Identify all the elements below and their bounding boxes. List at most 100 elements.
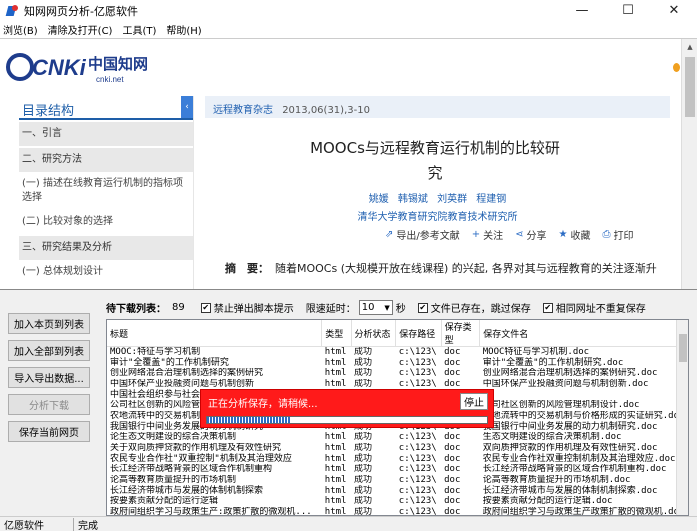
table-scrollbar[interactable] [676,320,688,515]
favorite-button[interactable]: ★ 收藏 [559,227,591,242]
cnki-header: CNKi 中国知网 cnki.net [0,39,680,91]
checkbox-checked-icon[interactable]: ✔ [200,302,211,313]
journal-name[interactable]: 远程教育杂志 [213,105,273,116]
table-cell: html [324,378,347,389]
column-header[interactable]: 类型 [321,320,352,347]
table-cell: c:\123\ [398,507,437,516]
column-header[interactable]: 保存路径 [395,320,442,347]
table-cell: c:\123\ [398,378,437,389]
affiliation-link[interactable]: 清华大学教育研究院教育技术研究所 [205,208,670,223]
toc-item[interactable]: 二、研究方法 [19,148,193,172]
table-cell: 审计"全覆盖"的工作机制研究.doc [482,357,624,368]
author-link[interactable]: 刘英群 [437,194,467,205]
table-cell: 成功 [354,378,373,389]
browser-scrollbar[interactable]: ▲ [681,39,697,289]
print-button[interactable]: ⎙ 打印 [603,227,634,242]
table-cell: 成功 [354,475,373,486]
table-cell: doc [444,464,461,475]
table-row[interactable]: 审计"全覆盖"的工作机制研究 html 成功 c:\123\ doc 审计"全覆盖"的工作… [107,357,688,368]
checkbox-checked-icon[interactable]: ✔ [542,302,553,313]
menu-tools[interactable]: 工具(T) [122,22,156,37]
column-header[interactable]: 分析状态 [351,320,397,347]
author-link[interactable]: 姚媛 [369,194,389,205]
table-cell: 我国银行中间业务发展的动力机制研究.doc [482,421,658,432]
author-link[interactable]: 程建钢 [476,194,506,205]
table-row[interactable]: MOOC:特征与学习机制 html 成功 c:\123\ doc MOOC特征与学习机制.… [107,347,688,358]
menu-help[interactable]: 帮助(H) [166,22,201,37]
collapse-icon[interactable]: ‹ [181,96,193,118]
table-row[interactable]: 论生态文明建设的综合决策机制 html 成功 c:\123\ doc 生态文明建设的综合决… [107,432,688,443]
title-bar: 知网网页分析-亿愿软件 — ☐ ✕ [0,0,697,21]
toc-item[interactable]: (一) 总体规划设计 [19,260,193,284]
author-link[interactable]: 韩锡斌 [398,194,428,205]
table-cell: 中国环保产业投融资问题与机制创新 [110,378,255,389]
table-cell: 按要素贡献分配的运行逻辑.doc [482,496,613,507]
table-row[interactable]: 政府间组织学习与政策生产:政策扩散的微观机... html 成功 c:\123\ doc… [107,507,688,516]
analyze-download-button[interactable]: 分析下载 [8,394,90,415]
web-browser-view[interactable]: CNKi 中国知网 cnki.net 目录结构 ‹ 一、引言 二、研究方法 (一… [0,38,697,290]
table-cell [480,389,688,400]
abstract-text: 随着MOOCs (大规模开放在线课程) 的兴起, 各界对其与远程教育的关注逐渐升 [275,262,657,275]
block-scripts-option[interactable]: ✔ 禁止弹出脚本提示 [200,300,294,315]
action-buttons: 加入本页到列表 加入全部到列表 导入导出数据... 分析下载 保存当前网页 [8,313,108,448]
table-row[interactable]: 按要素贡献分配的运行逻辑 html 成功 c:\123\ doc 按要素贡献分配的运行逻辑… [107,496,688,507]
table-row[interactable]: 长江经济带战略背景的区域合作机制重构 html 成功 c:\123\ doc 长江经济带战… [107,464,688,475]
skip-exists-option[interactable]: ✔ 文件已存在，跳过保存 [417,300,531,315]
stop-button[interactable]: 停止 [460,393,488,410]
logo-url: cnki.net [96,75,124,84]
table-row[interactable]: 中国环保产业投融资问题与机制创新 html 成功 c:\123\ doc 中国环保产业投融… [107,379,688,390]
window-title: 知网网页分析-亿愿软件 [24,4,138,18]
table-row[interactable]: 创业网络混合治理机制选择的案例研究 html 成功 c:\123\ doc 创业网络混合治… [107,368,688,379]
export-button[interactable]: ⇗ 导出/参考文献 [385,227,460,242]
table-cell: 论生态文明建设的综合决策机制 [110,432,237,443]
table-cell: c:\123\ [398,357,437,368]
add-all-button[interactable]: 加入全部到列表 [8,340,90,361]
toc-item[interactable]: (二) 比较对象的选择 [19,210,193,234]
share-button[interactable]: ⋖ 分享 [515,227,546,242]
app-logo-icon [6,4,20,18]
no-duplicate-option[interactable]: ✔ 相同网址不重复保存 [542,300,646,315]
scroll-thumb[interactable] [685,57,695,117]
table-cell: 成功 [354,507,373,516]
table-row[interactable]: 关于双向质押贷款的作用机理及有效性研究 html 成功 c:\123\ doc 双向质押贷… [107,443,688,454]
table-cell: 创业网络混合治理机制选择的案例研究 [110,368,264,379]
logo-text: CNKi [32,55,87,80]
delay-select[interactable]: 10 ▼ [358,300,393,315]
table-row[interactable]: 农民专业合作社"双重控制"机制及其治理效应 html 成功 c:\123\ doc 农民专… [107,453,688,464]
checkbox-checked-icon[interactable]: ✔ [417,302,428,313]
toc-item[interactable]: (一) 描述在线教育运行机制的指标项选择 [19,172,193,210]
abstract-label: 摘 要： [225,262,269,275]
share-icon: ⋖ [515,229,524,240]
queue-label: 待下载列表： [106,304,166,315]
table-cell: doc [444,368,461,379]
save-page-button[interactable]: 保存当前网页 [8,421,90,442]
import-export-button[interactable]: 导入导出数据... [8,367,90,388]
menu-clear-open[interactable]: 清除及打开(C) [48,22,113,37]
follow-button[interactable]: + 关注 [472,227,503,242]
table-cell: c:\123\ [398,443,437,454]
table-row[interactable]: 长江经济带城市与发展的体制机制探索 html 成功 c:\123\ doc 长江经济带城市… [107,485,688,496]
maximize-button[interactable]: ☐ [605,0,651,21]
cnki-logo[interactable]: CNKi 中国知网 cnki.net [6,47,156,87]
add-page-button[interactable]: 加入本页到列表 [8,313,90,334]
toc-item[interactable]: 一、引言 [19,122,193,146]
table-cell: 农民专业合作社双重控制机制及其治理效应.doc [482,453,676,464]
column-header[interactable]: 标题 [107,320,323,347]
table-header: 标题 类型 分析状态 保存路径 保存类型 保存文件名 [107,320,688,347]
table-cell: html [324,443,347,454]
close-button[interactable]: ✕ [651,0,697,21]
column-header[interactable]: 保存文件名 [479,320,688,347]
minimize-button[interactable]: — [559,0,605,21]
scroll-thumb[interactable] [679,334,687,362]
menu-browse[interactable]: 浏览(B) [3,22,38,37]
table-row[interactable]: 论高等教育质量提升的市场机制 html 成功 c:\123\ doc 论高等教育质量提升的… [107,475,688,486]
table-cell: c:\123\ [398,464,437,475]
table-cell: 长江经济带战略背景的区域合作机制重构 [110,464,273,475]
table-cell: 按要素贡献分配的运行逻辑 [110,496,219,507]
star-icon: ★ [558,229,568,240]
progress-message: 正在分析保存，请稍候... [208,399,318,410]
table-cell: 成功 [354,347,373,358]
toc-item[interactable]: 三、研究结果及分析 [19,236,193,260]
scroll-up-icon[interactable]: ▲ [682,39,697,55]
column-header[interactable]: 保存类型 [441,320,481,347]
